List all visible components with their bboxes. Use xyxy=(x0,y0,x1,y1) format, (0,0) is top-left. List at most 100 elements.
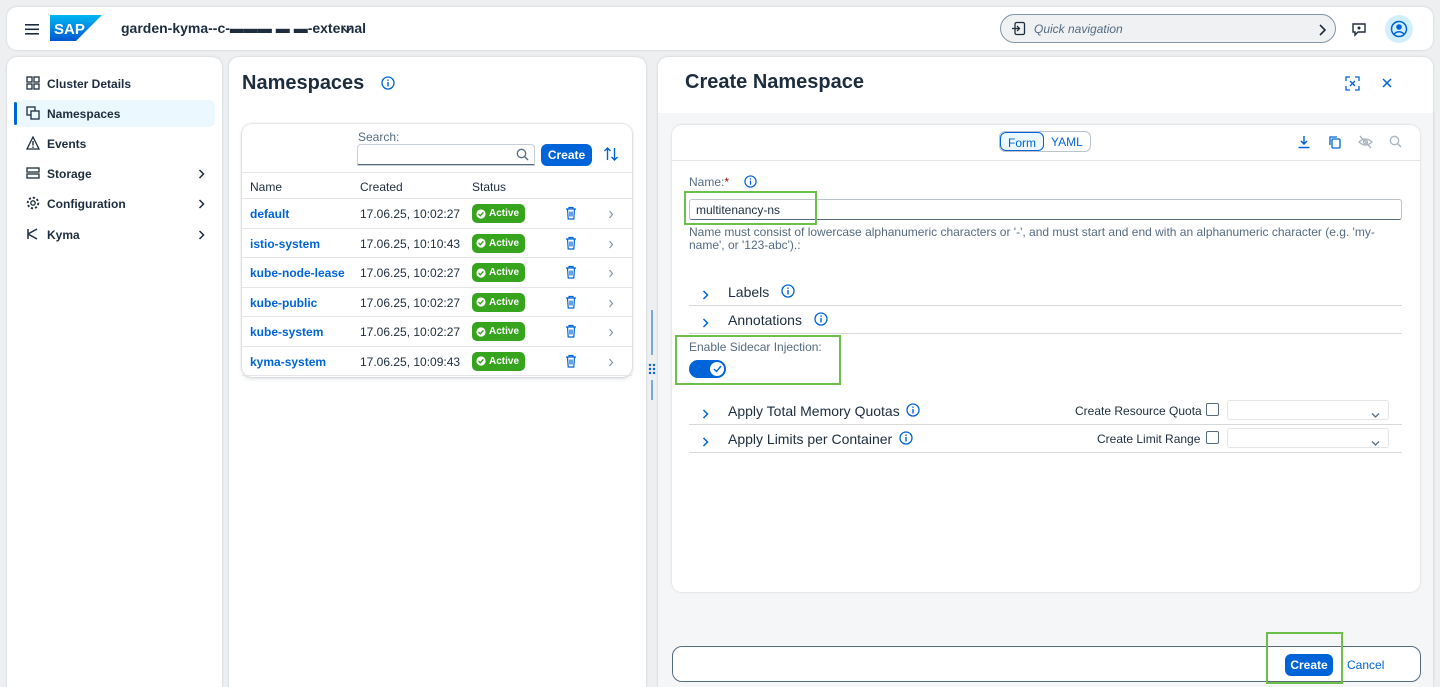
menu-icon[interactable] xyxy=(23,20,41,38)
chevron-right-icon[interactable] xyxy=(1318,23,1327,41)
info-icon[interactable] xyxy=(906,403,920,422)
create-namespace-button[interactable]: Create xyxy=(541,144,592,166)
create-panel-header: Create Namespace xyxy=(658,57,1433,113)
chevron-right-icon xyxy=(198,198,205,212)
table-row[interactable]: kube-system 17.06.25, 10:02:27 Active xyxy=(242,317,632,347)
delete-icon[interactable] xyxy=(565,236,577,253)
sidebar-item-configuration[interactable]: Configuration xyxy=(14,190,215,217)
cluster-name[interactable]: garden-kyma--c-▬▬▬ ▬ ▬-external xyxy=(121,20,366,36)
table-row[interactable]: kyma-system 17.06.25, 10:09:43 Active xyxy=(242,347,632,376)
created-date: 17.06.25, 10:02:27 xyxy=(360,325,461,339)
sidebar-item-storage[interactable]: Storage xyxy=(14,160,215,187)
success-icon xyxy=(476,326,486,337)
chevron-right-icon[interactable] xyxy=(608,267,614,281)
sidebar-item-label: Namespaces xyxy=(47,107,121,121)
close-icon[interactable] xyxy=(1380,76,1394,95)
table-row[interactable]: kube-public 17.06.25, 10:02:27 Active xyxy=(242,288,632,317)
sidebar-item-label: Storage xyxy=(47,167,92,181)
chevron-down-icon[interactable] xyxy=(342,22,352,40)
sidebar-item-kyma[interactable]: Kyma xyxy=(14,221,215,248)
limit-range-checkbox[interactable] xyxy=(1206,431,1219,444)
table-row[interactable]: istio-system 17.06.25, 10:10:43 Active xyxy=(242,229,632,258)
info-icon[interactable] xyxy=(899,431,913,450)
namespace-link[interactable]: default xyxy=(250,207,289,221)
chevron-right-icon xyxy=(198,168,205,182)
cancel-button[interactable]: Cancel xyxy=(1347,658,1384,672)
search-label: Search: xyxy=(358,130,400,144)
editor-mode-switch[interactable]: Form YAML xyxy=(999,131,1091,152)
chevron-right-icon[interactable] xyxy=(702,315,709,333)
chevron-right-icon[interactable] xyxy=(608,238,614,252)
delete-icon[interactable] xyxy=(565,354,577,371)
memory-quotas-section[interactable]: Apply Total Memory Quotas Create Resourc… xyxy=(689,397,1402,425)
tab-form[interactable]: Form xyxy=(1000,132,1044,151)
status-text: Active xyxy=(489,208,520,219)
delete-icon[interactable] xyxy=(565,206,577,223)
sidebar-item-events[interactable]: Events xyxy=(14,130,215,157)
chevron-right-icon[interactable] xyxy=(608,208,614,222)
status-badge: Active xyxy=(472,322,526,341)
highlight-name-field xyxy=(684,191,817,225)
sidebar-item-label: Events xyxy=(47,137,87,151)
search-input[interactable] xyxy=(357,144,535,166)
status-text: Active xyxy=(489,296,520,308)
delete-icon[interactable] xyxy=(565,324,577,341)
chevron-down-icon xyxy=(1371,434,1380,452)
namespace-link[interactable]: kube-node-lease xyxy=(250,266,345,280)
info-icon[interactable] xyxy=(814,312,828,331)
quick-navigation-input[interactable]: Quick navigation xyxy=(1000,14,1336,43)
chevron-right-icon[interactable] xyxy=(702,287,709,305)
status-text: Active xyxy=(489,267,520,278)
hide-icon xyxy=(1358,135,1373,154)
feedback-icon[interactable] xyxy=(1345,15,1373,43)
namespace-link[interactable]: istio-system xyxy=(250,237,320,251)
sidebar-item-label: Cluster Details xyxy=(47,77,132,91)
copy-icon[interactable] xyxy=(1328,135,1342,154)
cluster-icon xyxy=(26,76,40,93)
memory-quotas-label: Apply Total Memory Quotas xyxy=(728,403,900,419)
sort-icon[interactable] xyxy=(603,146,619,167)
kyma-icon xyxy=(26,227,40,244)
table-row[interactable]: kube-node-lease 17.06.25, 10:02:27 Active xyxy=(242,258,632,288)
create-panel-title: Create Namespace xyxy=(685,71,864,93)
sidebar-item-namespaces[interactable]: Namespaces xyxy=(14,100,215,127)
name-label: Name:* xyxy=(689,175,729,189)
namespace-link[interactable]: kube-system xyxy=(250,325,323,339)
info-icon[interactable] xyxy=(381,76,395,95)
user-avatar[interactable] xyxy=(1385,15,1413,43)
column-header-status[interactable]: Status xyxy=(472,180,506,194)
resource-quota-select[interactable] xyxy=(1227,400,1389,420)
sidebar-item-cluster-details[interactable]: Cluster Details xyxy=(14,70,215,97)
annotations-section[interactable]: Annotations xyxy=(689,306,1402,334)
required-marker: * xyxy=(724,175,730,189)
info-icon[interactable] xyxy=(781,284,795,303)
column-header-name[interactable]: Name xyxy=(250,180,282,194)
chevron-right-icon[interactable] xyxy=(608,297,614,311)
chevron-right-icon[interactable] xyxy=(702,406,709,424)
chevron-right-icon[interactable] xyxy=(608,356,614,370)
download-icon[interactable] xyxy=(1297,135,1311,154)
success-icon xyxy=(476,238,486,248)
limit-range-label: Create Limit Range xyxy=(1097,432,1201,446)
chevron-right-icon[interactable] xyxy=(702,434,709,452)
namespace-link[interactable]: kube-public xyxy=(250,296,317,310)
delete-icon[interactable] xyxy=(565,265,577,282)
highlight-sidecar-toggle xyxy=(675,335,841,385)
sidebar: Cluster Details Namespaces Events Storag… xyxy=(7,57,222,687)
success-icon xyxy=(476,208,486,219)
namespace-link[interactable]: kyma-system xyxy=(250,355,326,369)
quick-navigation-placeholder: Quick navigation xyxy=(1034,22,1123,36)
tab-yaml[interactable]: YAML xyxy=(1044,132,1090,151)
delete-icon[interactable] xyxy=(565,295,577,312)
chevron-down-icon xyxy=(1371,406,1380,424)
column-header-created[interactable]: Created xyxy=(360,180,403,194)
resource-quota-checkbox[interactable] xyxy=(1206,403,1219,416)
labels-section[interactable]: Labels xyxy=(689,278,1402,306)
panel-splitter[interactable] xyxy=(646,310,658,400)
chevron-right-icon[interactable] xyxy=(608,326,614,340)
fullscreen-icon[interactable] xyxy=(1345,76,1360,96)
table-row[interactable]: default 17.06.25, 10:02:27 Active xyxy=(242,199,632,229)
sap-logo[interactable]: SAP xyxy=(50,15,102,41)
limits-section[interactable]: Apply Limits per Container Create Limit … xyxy=(689,425,1402,453)
limit-range-select[interactable] xyxy=(1227,428,1389,448)
